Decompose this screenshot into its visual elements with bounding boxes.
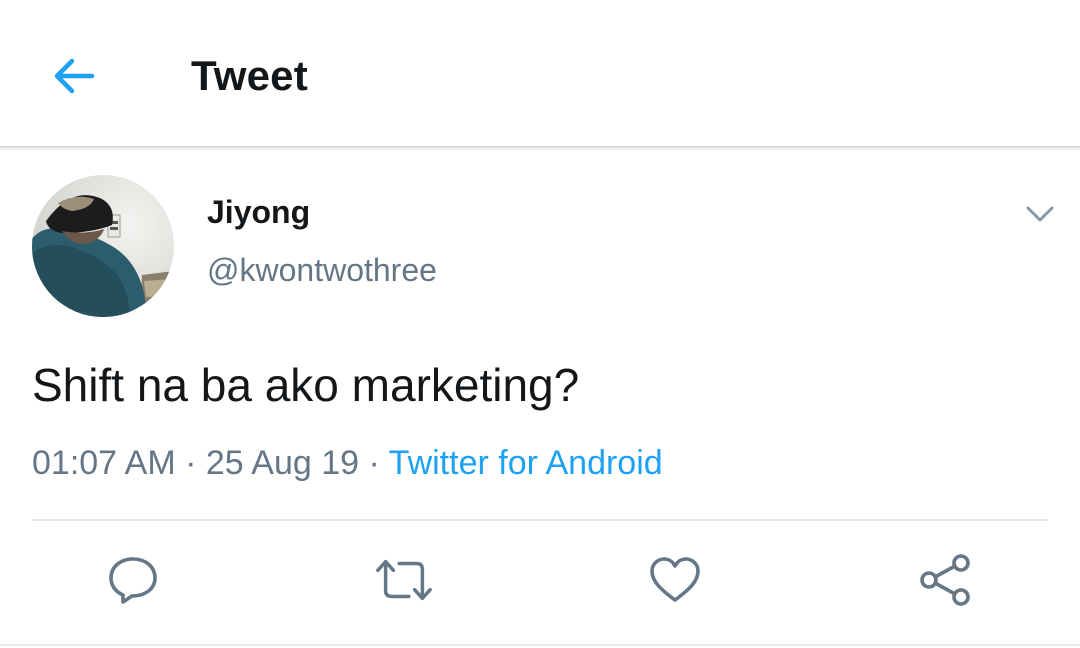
header-divider <box>0 146 1080 152</box>
tweet-options-button[interactable] <box>1018 196 1062 232</box>
meta-separator: · <box>368 444 380 482</box>
chevron-down-icon <box>1026 206 1054 222</box>
bottom-divider <box>0 644 1080 646</box>
meta-separator: · <box>185 444 197 482</box>
reply-icon <box>109 557 157 604</box>
retweet-button[interactable] <box>374 550 434 610</box>
tweet-date: 25 Aug 19 <box>205 444 360 482</box>
share-icon <box>920 554 970 606</box>
page-title: Tweet <box>191 52 308 99</box>
like-button[interactable] <box>645 550 705 610</box>
actions-divider <box>32 519 1048 521</box>
avatar[interactable] <box>32 175 174 317</box>
author-display-name[interactable]: Jiyong <box>207 194 310 231</box>
tweet-time: 01:07 AM <box>32 444 176 482</box>
reply-button[interactable] <box>103 550 163 610</box>
arrow-left-icon <box>54 58 95 94</box>
share-button[interactable] <box>915 550 975 610</box>
back-button[interactable] <box>44 46 104 106</box>
top-bar: Tweet <box>0 0 1080 148</box>
tweet-text: Shift na ba ako marketing? <box>32 359 580 411</box>
profile-photo <box>32 175 174 317</box>
retweet-icon <box>376 559 432 601</box>
heart-icon <box>650 557 700 602</box>
tweet-source-link[interactable]: Twitter for Android <box>389 444 663 482</box>
tweet-meta: 01:07 AM · 25 Aug 19 · Twitter for Andro… <box>32 444 663 483</box>
author-handle[interactable]: @kwontwothree <box>207 252 437 289</box>
